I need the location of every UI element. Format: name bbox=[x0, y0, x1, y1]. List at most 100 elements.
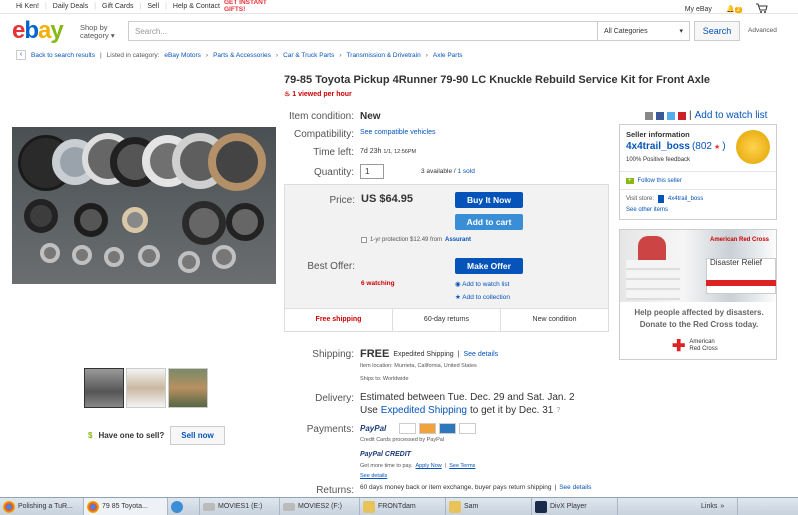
sell-now-button[interactable]: Sell now bbox=[170, 426, 225, 445]
chevron-right-icon: › bbox=[425, 51, 428, 59]
thumbnail-1[interactable] bbox=[84, 368, 124, 408]
truck-stripe bbox=[706, 280, 776, 286]
help-contact-link[interactable]: Help & Contact bbox=[173, 3, 220, 10]
thumbnail-strip bbox=[84, 368, 208, 408]
protection-checkbox[interactable] bbox=[361, 237, 367, 243]
twitter-icon[interactable] bbox=[667, 111, 675, 120]
delivery-estimate: Estimated between Tue. Dec. 29 and Sat. … bbox=[360, 392, 575, 403]
feedback-score[interactable]: (802 bbox=[692, 141, 712, 152]
links-label: Links bbox=[701, 503, 718, 510]
advanced-search-link[interactable]: Advanced bbox=[748, 27, 777, 34]
see-other-items-link[interactable]: See other items bbox=[626, 207, 668, 213]
store-link[interactable]: 4x4trail_boss bbox=[668, 196, 703, 202]
assurant-link[interactable]: Assurant bbox=[445, 237, 471, 243]
chevron-right-icon: › bbox=[205, 51, 209, 59]
breadcrumb-item[interactable]: Axle Parts bbox=[433, 52, 463, 59]
my-ebay-link[interactable]: My eBay bbox=[685, 6, 712, 13]
availability: 3 available / 1 sold bbox=[421, 168, 475, 175]
add-collection-link[interactable]: ★ Add to collection bbox=[455, 293, 510, 301]
gift-cards-link[interactable]: Gift Cards bbox=[102, 3, 134, 10]
thumbnail-2[interactable] bbox=[126, 368, 166, 408]
taskbar-item[interactable]: FRONTdam bbox=[360, 498, 446, 515]
back-arrow-icon[interactable]: ‹ bbox=[16, 50, 26, 60]
seal-image bbox=[24, 199, 58, 233]
shop-by-category-button[interactable]: Shop by category ▾ bbox=[80, 24, 115, 40]
ebay-logo[interactable]: ebay bbox=[12, 17, 64, 45]
buy-it-now-button[interactable]: Buy It Now bbox=[455, 192, 523, 208]
wordmark-line-2: Red Cross bbox=[689, 346, 718, 352]
available-count: 3 available / bbox=[421, 168, 456, 175]
taskbar-label: 79 85 Toyota... bbox=[102, 503, 148, 510]
time-left-duration: 7d 23h bbox=[360, 148, 382, 155]
category-select-value: All Categories bbox=[604, 28, 648, 35]
sold-link[interactable]: 1 sold bbox=[458, 168, 475, 175]
add-to-cart-button[interactable]: Add to cart bbox=[455, 214, 523, 230]
breadcrumb-item[interactable]: Car & Truck Parts bbox=[283, 52, 334, 59]
viewed-per-hour: ♨ 1 viewed per hour bbox=[284, 90, 352, 98]
returns-details-link[interactable]: See details bbox=[559, 484, 591, 491]
visit-store-label: Visit store: bbox=[626, 196, 654, 202]
returns-policy: 60 days money back or item exchange, buy… bbox=[360, 484, 591, 491]
red-cross-wordmark: American Red Cross bbox=[689, 339, 717, 353]
chevron-down-icon: ▾ bbox=[679, 28, 683, 35]
see-terms-link[interactable]: See Terms bbox=[449, 463, 475, 469]
apply-now-link[interactable]: Apply Now bbox=[415, 463, 441, 469]
taskbar-spacer bbox=[618, 498, 698, 515]
logo-letter-y: y bbox=[50, 17, 63, 44]
facebook-icon[interactable] bbox=[656, 111, 664, 120]
add-watch-link[interactable]: ◉ Add to watch list bbox=[455, 280, 509, 288]
taskbar-item[interactable]: 79 85 Toyota... bbox=[84, 498, 168, 515]
search-button[interactable]: Search bbox=[694, 21, 740, 41]
ad-brand: American Red Cross bbox=[710, 237, 770, 243]
make-offer-button[interactable]: Make Offer bbox=[455, 258, 523, 274]
add-to-watch-list-link[interactable]: Add to watch list bbox=[695, 110, 768, 121]
info-icon[interactable]: ? bbox=[556, 407, 560, 414]
taskbar-item[interactable] bbox=[168, 498, 200, 515]
links-toolbar[interactable]: Links » bbox=[698, 498, 738, 515]
thumbnail-3[interactable] bbox=[168, 368, 208, 408]
time-left-label: Time left: bbox=[313, 147, 354, 158]
top-rated-badge-icon bbox=[736, 130, 770, 164]
taskbar-label: MOVIES2 (F:) bbox=[298, 503, 342, 510]
shipping-method: Expedited Shipping bbox=[393, 350, 454, 358]
breadcrumb-item[interactable]: Transmission & Drivetrain bbox=[347, 52, 421, 59]
taskbar-item[interactable]: MOVIES2 (F:) bbox=[280, 498, 360, 515]
taskbar-item[interactable]: Polishing a TuR... bbox=[0, 498, 84, 515]
breadcrumb-item[interactable]: eBay Motors bbox=[164, 52, 201, 59]
visa-icon bbox=[399, 423, 417, 434]
expedited-note: Use Expedited Shipping to get it by Dec.… bbox=[360, 405, 560, 416]
pinterest-icon[interactable] bbox=[678, 111, 686, 120]
nut-image bbox=[72, 245, 92, 265]
wordmark-line-1: American bbox=[689, 339, 715, 345]
ships-to: Ships to: Worldwide bbox=[360, 376, 409, 382]
shipping-details-link[interactable]: See details bbox=[464, 351, 499, 358]
folder-icon bbox=[363, 500, 375, 513]
quantity-input[interactable]: 1 bbox=[360, 164, 384, 179]
back-to-results-link[interactable]: Back to search results bbox=[31, 52, 95, 59]
shipping-label: Shipping: bbox=[312, 349, 354, 360]
compatible-vehicles-link[interactable]: See compatible vehicles bbox=[360, 129, 436, 136]
red-cross-ad[interactable]: American Red Cross Disaster Relief Help … bbox=[619, 229, 777, 360]
breadcrumb: ‹ Back to search results | Listed in cat… bbox=[16, 49, 786, 61]
email-icon[interactable] bbox=[645, 111, 653, 120]
greeting-menu[interactable]: Hi Ken! bbox=[16, 3, 39, 10]
product-main-image[interactable] bbox=[12, 127, 276, 284]
discover-icon bbox=[459, 423, 477, 434]
taskbar-item[interactable]: Sam bbox=[446, 498, 532, 515]
breadcrumb-item[interactable]: Parts & Accessories bbox=[213, 52, 271, 59]
promo-banner[interactable]: GET INSTANT GIFTS! bbox=[224, 0, 292, 14]
cart-icon[interactable] bbox=[756, 3, 768, 15]
category-select[interactable]: All Categories ▾ bbox=[598, 21, 690, 41]
search-input[interactable]: Search... bbox=[128, 21, 598, 41]
seller-name-link[interactable]: 4x4trail_boss bbox=[626, 141, 690, 152]
washer-image bbox=[122, 207, 148, 233]
expedited-link[interactable]: Expedited Shipping bbox=[381, 405, 467, 416]
follow-seller[interactable]: + Follow this seller bbox=[626, 178, 682, 184]
daily-deals-link[interactable]: Daily Deals bbox=[53, 3, 88, 10]
taskbar-item[interactable]: DivX Player bbox=[532, 498, 618, 515]
taskbar-item[interactable]: MOVIES1 (E:) bbox=[200, 498, 280, 515]
payment-details-link[interactable]: See details bbox=[360, 473, 387, 479]
sell-link[interactable]: Sell bbox=[147, 3, 159, 10]
bell-icon[interactable]: 🔔 2 bbox=[726, 5, 742, 13]
seller-name-row: 4x4trail_boss (802 ★ ) bbox=[626, 141, 726, 152]
